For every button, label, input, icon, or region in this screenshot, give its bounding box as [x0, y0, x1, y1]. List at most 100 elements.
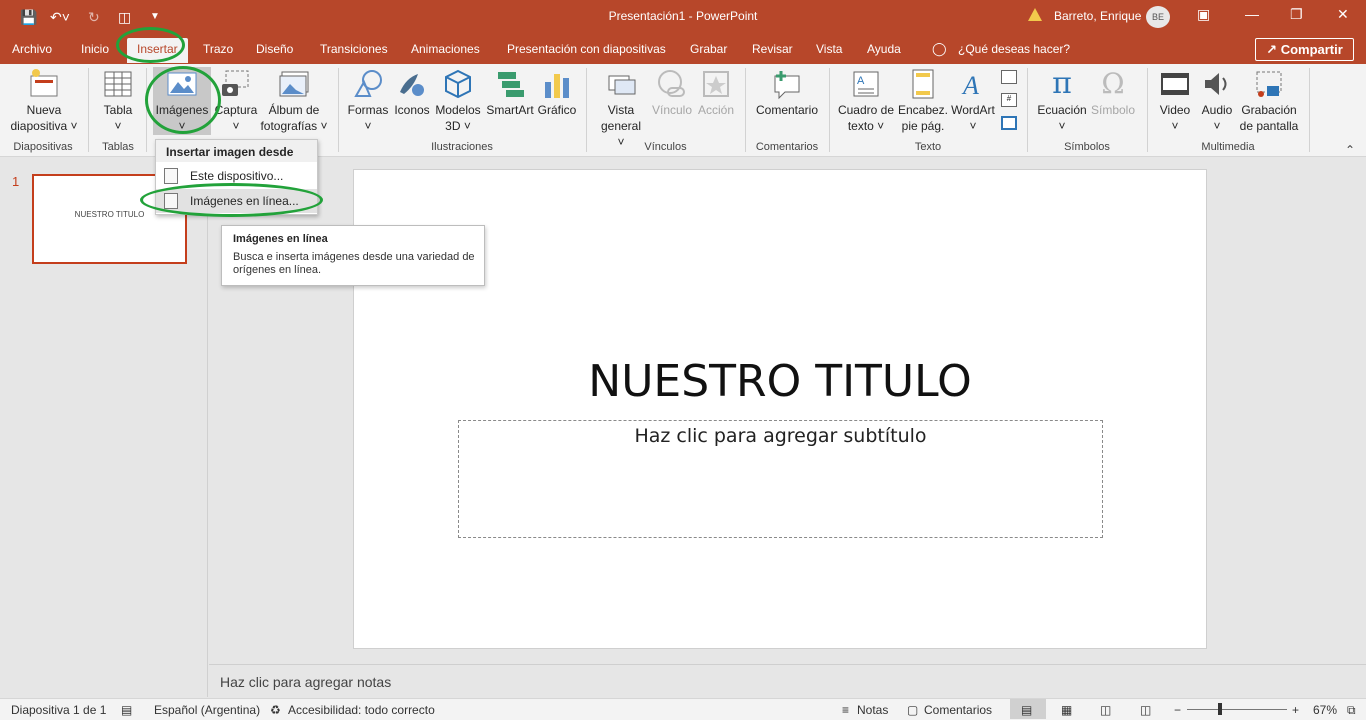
slide-number-icon[interactable]: # — [1001, 93, 1017, 107]
accessibility-icon[interactable]: ♻ — [270, 703, 281, 717]
date-time-icon[interactable] — [1001, 70, 1017, 84]
tab-trazo[interactable]: Trazo — [203, 42, 233, 56]
group-multimedia: Multimedia — [1201, 141, 1255, 153]
tab-inicio[interactable]: Inicio — [81, 42, 109, 56]
tab-diseno[interactable]: Diseño — [256, 42, 293, 56]
language-status[interactable]: Español (Argentina) — [154, 703, 260, 717]
equation-label: Ecuación — [1037, 103, 1087, 117]
share-button[interactable]: ↗ Compartir — [1255, 38, 1354, 61]
tooltip-title: Imágenes en línea — [233, 233, 328, 245]
icons-icon — [396, 68, 428, 100]
tooltip-description: Busca e inserta imágenes desde una varie… — [233, 251, 475, 276]
spell-check-icon[interactable]: ▤ — [121, 703, 132, 717]
slide-count: Diapositiva 1 de 1 — [11, 703, 107, 717]
photo-album-button[interactable]: Álbum de fotografías ˅ — [258, 68, 330, 134]
new-slide-button[interactable]: Nueva diapositiva ˅ — [8, 68, 80, 134]
notes-pane[interactable]: Haz clic para agregar notas — [209, 664, 1366, 698]
avatar[interactable]: BE — [1146, 6, 1170, 28]
action-icon — [700, 68, 732, 100]
omega-icon: Ω — [1101, 67, 1125, 100]
zoom-out-icon[interactable]: − — [1174, 703, 1181, 717]
group-tablas: Tablas — [102, 141, 134, 153]
comment-label: Comentario — [755, 103, 819, 117]
object-icon[interactable] — [1001, 116, 1017, 130]
table-icon — [102, 68, 134, 100]
chart-icon — [541, 68, 573, 100]
subtitle-placeholder[interactable]: Haz clic para agregar subtítulo — [458, 420, 1103, 538]
zoom-slider[interactable] — [1187, 709, 1287, 710]
close-icon[interactable]: ✕ — [1337, 6, 1349, 23]
symbol-label: Símbolo — [1090, 103, 1136, 117]
photo-album-label-2: fotografías — [260, 119, 318, 133]
separator — [88, 68, 89, 152]
slide-sorter-icon[interactable]: ▦ — [1061, 703, 1072, 717]
tab-transiciones[interactable]: Transiciones — [320, 42, 388, 56]
icons-label: Iconos — [394, 103, 430, 117]
group-diapositivas: Diapositivas — [13, 141, 73, 153]
wordart-button[interactable]: A WordArt ˅ — [948, 68, 998, 134]
shapes-icon — [352, 68, 384, 100]
slide-thumbnails-panel: 1 NUESTRO TITULO — [0, 157, 208, 697]
header-footer-label: Encabez. — [897, 103, 949, 117]
shapes-label: Formas — [347, 103, 389, 117]
fit-to-window-icon[interactable]: ⧉ — [1347, 703, 1356, 718]
device-icon — [164, 168, 178, 184]
tab-grabar[interactable]: Grabar — [690, 42, 727, 56]
group-ilustraciones: Ilustraciones — [431, 141, 493, 153]
share-label: Compartir — [1280, 42, 1343, 57]
highlight-ring-online — [140, 183, 323, 217]
table-button[interactable]: Tabla ˅ — [96, 68, 140, 134]
tab-vista[interactable]: Vista — [816, 42, 842, 56]
collapse-ribbon-icon[interactable]: ⌃ — [1345, 143, 1355, 157]
normal-view-icon: ▤ — [1021, 703, 1033, 717]
video-label: Video — [1159, 103, 1191, 117]
symbol-button[interactable]: Ω Símbolo — [1088, 68, 1138, 118]
separator — [829, 68, 830, 152]
comment-icon — [771, 68, 803, 100]
notes-icon[interactable]: ≡ — [842, 703, 849, 717]
tab-archivo[interactable]: Archivo — [12, 42, 52, 56]
tab-ayuda[interactable]: Ayuda — [867, 42, 901, 56]
slideshow-icon[interactable]: ◫ — [1140, 703, 1151, 717]
slide-title[interactable]: NUESTRO TITULO — [354, 356, 1206, 407]
reading-view-icon[interactable]: ◫ — [1100, 703, 1111, 717]
user-name[interactable]: Barreto, Enrique — [1054, 9, 1141, 23]
tab-animaciones[interactable]: Animaciones — [411, 42, 480, 56]
notes-placeholder: Haz clic para agregar notas — [220, 674, 392, 690]
accessibility-status[interactable]: Accesibilidad: todo correcto — [288, 703, 435, 717]
zoom-slider-thumb[interactable] — [1218, 703, 1222, 715]
notes-toggle[interactable]: Notas — [857, 703, 888, 717]
equation-button[interactable]: π Ecuación ˅ — [1034, 68, 1090, 134]
header-footer-button[interactable]: Encabez. pie pág. — [897, 68, 949, 134]
link-label: Vínculo — [651, 103, 693, 117]
new-slide-icon — [28, 68, 60, 100]
zoom-level[interactable]: 67% — [1313, 703, 1337, 717]
tab-presentacion[interactable]: Presentación con diapositivas — [507, 42, 666, 56]
restore-icon[interactable]: ❐ — [1290, 6, 1303, 23]
warning-icon[interactable] — [1028, 8, 1042, 21]
video-button[interactable]: Video ˅ — [1154, 68, 1196, 134]
minimize-icon[interactable]: — — [1245, 6, 1259, 22]
zoom-in-icon[interactable]: + — [1292, 703, 1299, 717]
zoom-summary-button[interactable]: Vista general ˅ — [596, 68, 646, 150]
tooltip: Imágenes en línea Busca e inserta imágen… — [221, 225, 485, 286]
title-bar: 💾 ↶˅ ↻ ◫ ▼ Presentación1 - PowerPoint Ba… — [0, 0, 1366, 34]
audio-button[interactable]: Audio ˅ — [1198, 68, 1236, 134]
tab-revisar[interactable]: Revisar — [752, 42, 793, 56]
screen-recording-button[interactable]: Grabación de pantalla — [1238, 68, 1300, 134]
chart-button[interactable]: Gráfico — [536, 68, 578, 118]
comments-toggle[interactable]: Comentarios — [924, 703, 992, 717]
tell-me-input[interactable]: ¿Qué deseas hacer? — [958, 42, 1070, 56]
action-button[interactable]: Acción — [695, 68, 737, 118]
text-box-button[interactable]: A Cuadro de texto ˅ — [836, 68, 896, 134]
3d-models-button[interactable]: Modelos 3D ˅ — [433, 68, 483, 134]
comments-icon[interactable]: ▢ — [907, 703, 918, 717]
shapes-button[interactable]: Formas ˅ — [346, 68, 390, 134]
icons-button[interactable]: Iconos — [392, 68, 432, 118]
link-button[interactable]: Vínculo — [650, 68, 694, 118]
smartart-button[interactable]: SmartArt — [485, 68, 535, 118]
ribbon-display-options-icon[interactable]: ▣ — [1197, 6, 1210, 23]
comment-button[interactable]: Comentario — [752, 68, 822, 118]
photo-album-icon — [278, 68, 310, 100]
wordart-icon: A — [957, 68, 989, 100]
